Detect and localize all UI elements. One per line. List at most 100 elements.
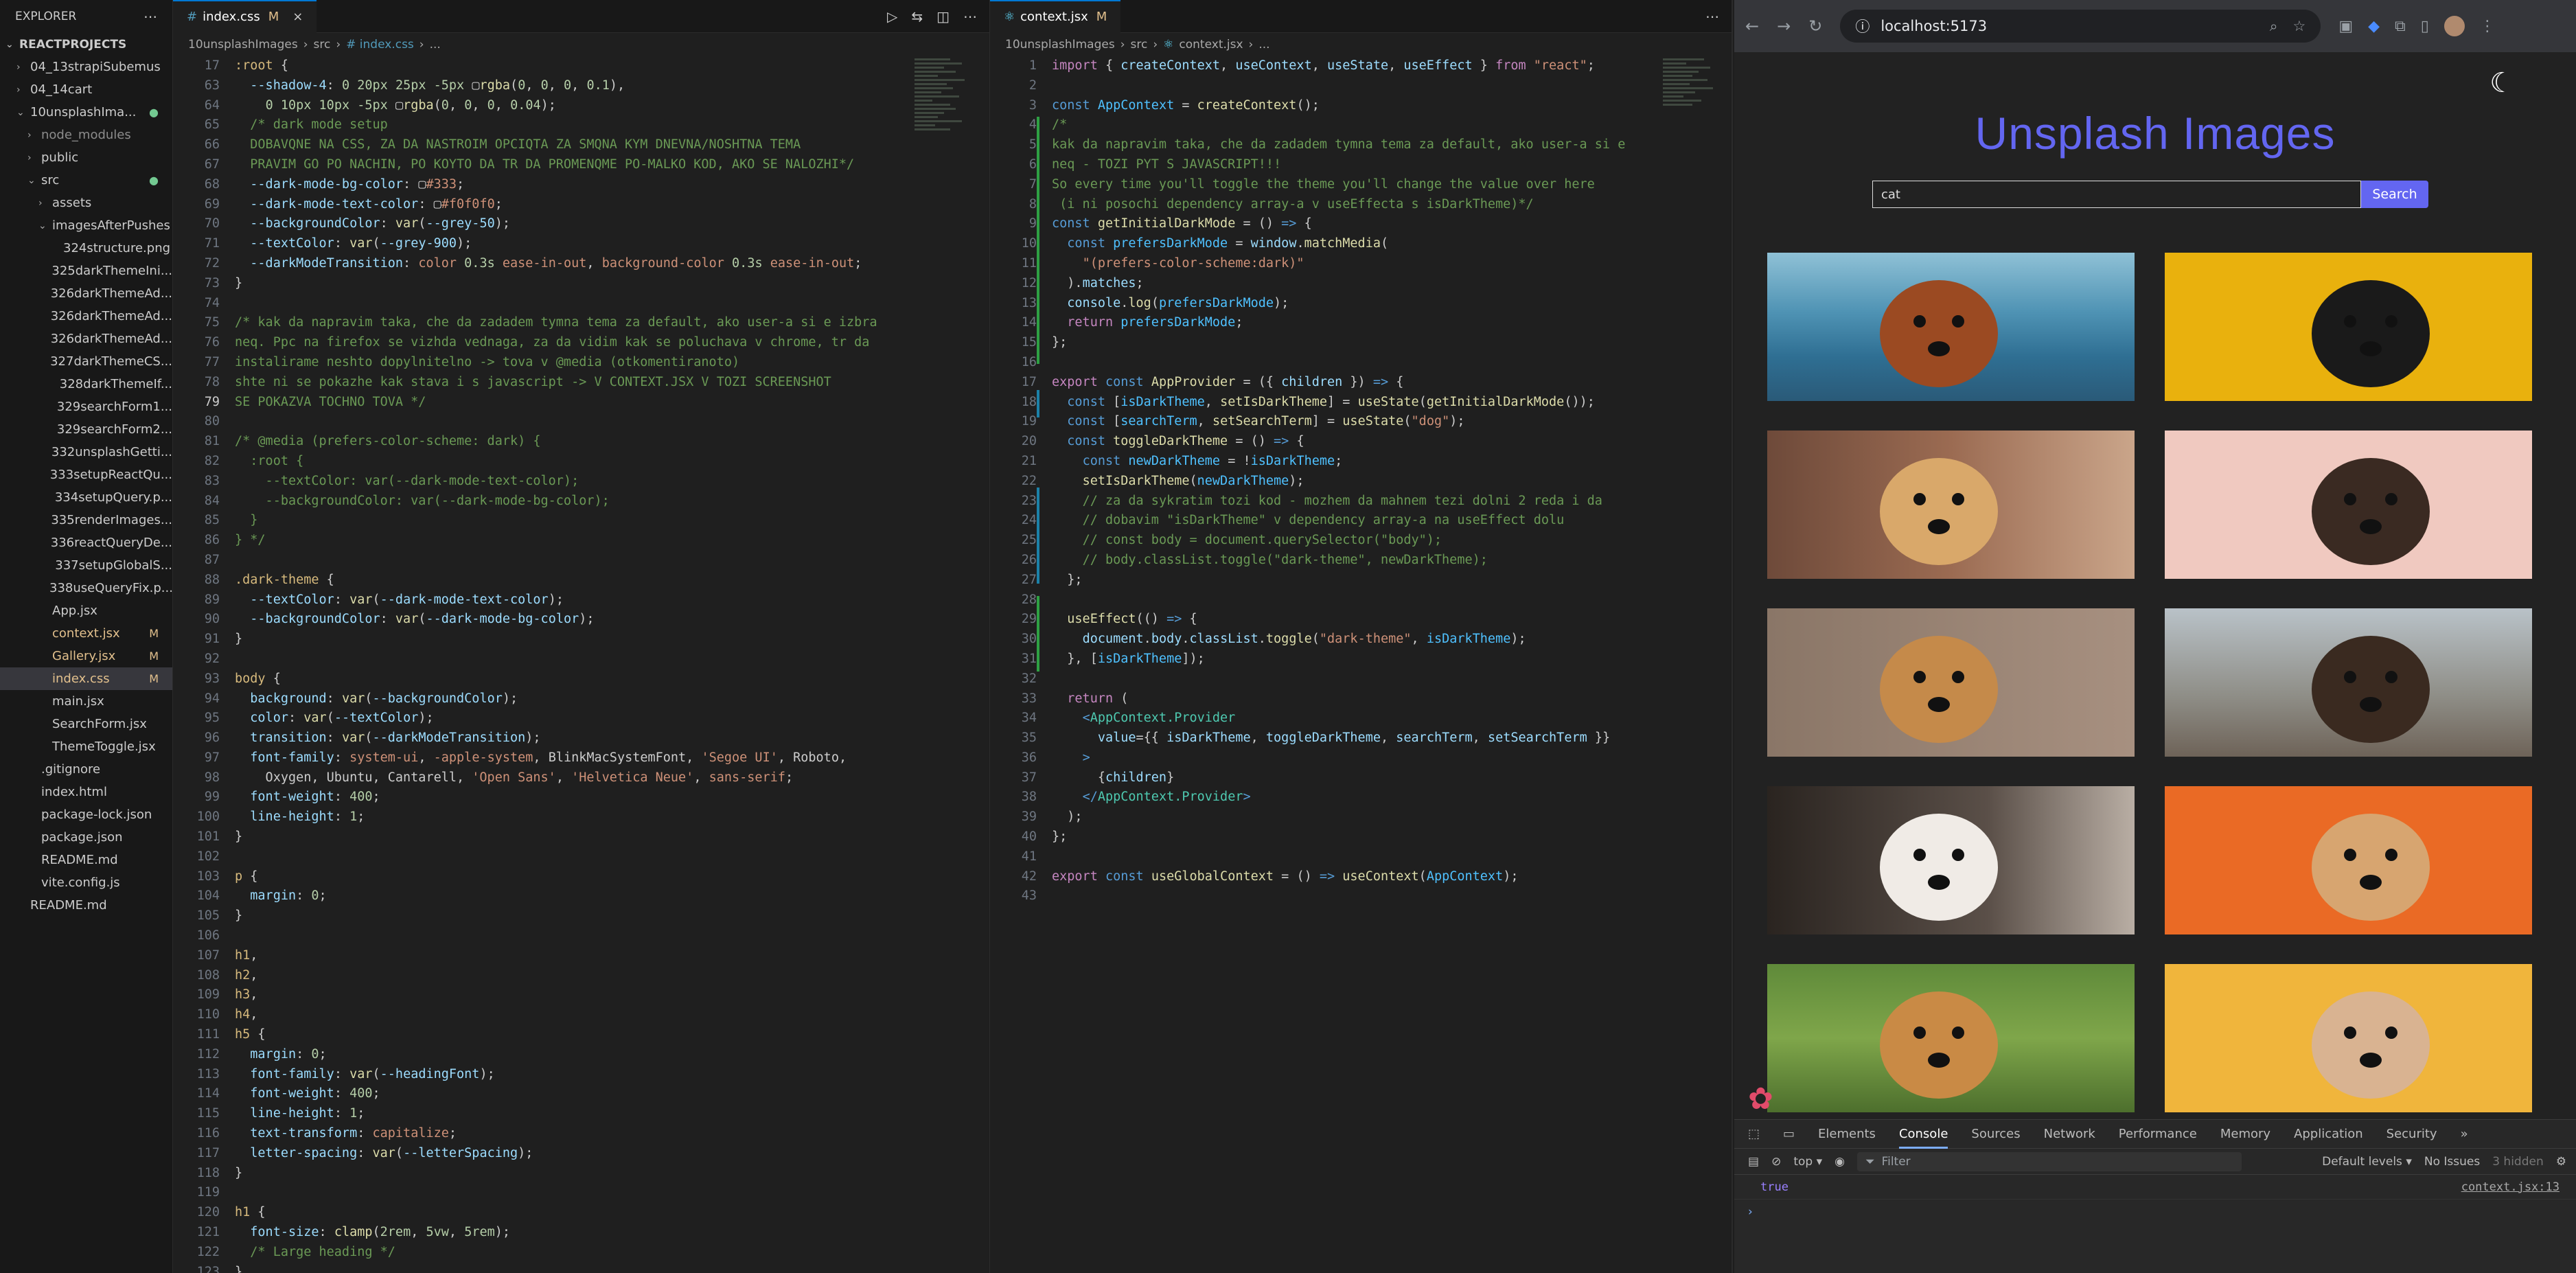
bookmark-star-icon[interactable]: ☆ xyxy=(2293,18,2306,35)
code-line[interactable]: 40}; xyxy=(990,827,1732,847)
minimap[interactable] xyxy=(915,56,974,235)
code-line[interactable]: 92 xyxy=(173,650,989,669)
code-line[interactable]: 20 const toggleDarkTheme = () => { xyxy=(990,432,1732,452)
code-line[interactable]: 97 font-family: system-ui, -apple-system… xyxy=(173,748,989,768)
code-line[interactable]: 67 PRAVIM GO PO NACHIN, PO KOYTO DA TR D… xyxy=(173,155,989,175)
code-line[interactable]: 116 text-transform: capitalize; xyxy=(173,1124,989,1144)
file-tree-item[interactable]: 337setupGlobalS... xyxy=(0,554,172,577)
file-tree-item[interactable]: context.jsx M xyxy=(0,622,172,645)
code-line[interactable]: 69 --dark-mode-text-color: ▢#f0f0f0; xyxy=(173,195,989,215)
devtools-tab-elements[interactable]: Elements xyxy=(1818,1127,1876,1141)
file-tree-item[interactable]: index.css M xyxy=(0,667,172,690)
source-link[interactable]: context.jsx:13 xyxy=(2461,1180,2560,1194)
file-tree-item[interactable]: ⌄ src ● xyxy=(0,169,172,192)
code-line[interactable]: 81 /* @media (prefers-color-scheme: dark)… xyxy=(173,432,989,452)
code-line[interactable]: 42 export const useGlobalContext = () => … xyxy=(990,867,1732,887)
code-line[interactable]: 17:root { xyxy=(173,56,989,76)
eye-icon[interactable]: ◉ xyxy=(1835,1155,1845,1169)
gallery-image-dog-with-flower[interactable] xyxy=(1767,431,2135,579)
code-line[interactable]: 36 > xyxy=(990,748,1732,768)
code-line[interactable]: 9 const getInitialDarkMode = () => { xyxy=(990,214,1732,234)
context-select[interactable]: top ▾ xyxy=(1793,1155,1822,1169)
code-line[interactable]: 77 instalirame neshto dopylnitelno -> tov… xyxy=(173,353,989,373)
code-line[interactable]: 110 h4, xyxy=(173,1005,989,1025)
file-tree-item[interactable]: .gitignore xyxy=(0,758,172,781)
code-line[interactable]: 14 return prefersDarkMode; xyxy=(990,313,1732,333)
code-line[interactable]: 87 xyxy=(173,551,989,571)
code-line[interactable]: 24 // dobavim "isDarkTheme" v dependency… xyxy=(990,511,1732,531)
code-line[interactable]: 122 /* Large heading */ xyxy=(173,1243,989,1263)
forward-icon[interactable]: → xyxy=(1777,16,1791,36)
device-toggle-icon[interactable]: ▭ xyxy=(1783,1127,1795,1141)
code-line[interactable]: 120 h1 { xyxy=(173,1203,989,1223)
code-line[interactable]: 65 /* dark mode setup xyxy=(173,115,989,135)
log-levels-select[interactable]: Default levels ▾ xyxy=(2322,1155,2412,1169)
file-tree-item[interactable]: 338useQueryFix.p... xyxy=(0,577,172,599)
site-info-icon[interactable]: ⓘ xyxy=(1855,16,1870,36)
file-tree-item[interactable]: ThemeToggle.jsx xyxy=(0,735,172,758)
code-line[interactable]: 117 letter-spacing: var(--letterSpacing)… xyxy=(173,1144,989,1164)
code-line[interactable]: 11 "(prefers-color-scheme:dark)" xyxy=(990,254,1732,274)
file-tree-item[interactable]: 335renderImages... xyxy=(0,509,172,531)
code-line[interactable]: 23 // za da sykratim tozi kod - mozhem d… xyxy=(990,492,1732,512)
code-line[interactable]: 4 /* xyxy=(990,115,1732,135)
code-line[interactable]: 13 console.log(prefersDarkMode); xyxy=(990,294,1732,314)
gallery-image-chihuahua-orange[interactable] xyxy=(2165,786,2532,934)
code-line[interactable]: 31 }, [isDarkTheme]); xyxy=(990,650,1732,669)
code-line[interactable]: 41 xyxy=(990,847,1732,867)
code-line[interactable]: 17 export const AppProvider = ({ children… xyxy=(990,373,1732,393)
back-icon[interactable]: ← xyxy=(1745,16,1759,36)
gallery-image-dog-in-grass[interactable] xyxy=(1767,964,2135,1112)
code-line[interactable]: 111 h5 { xyxy=(173,1025,989,1045)
code-line[interactable]: 78 shte ni se pokazhe kak stava i s javas… xyxy=(173,373,989,393)
file-tree-item[interactable]: 333setupReactQu... xyxy=(0,463,172,486)
code-line[interactable]: 10 const prefersDarkMode = window.matchM… xyxy=(990,234,1732,254)
code-line[interactable]: 112 margin: 0; xyxy=(173,1045,989,1065)
file-tree-item[interactable]: 329searchForm2... xyxy=(0,418,172,441)
file-tree-item[interactable]: › public xyxy=(0,146,172,169)
code-line[interactable]: 19 const [searchTerm, setSearchTerm] = u… xyxy=(990,412,1732,432)
file-tree-item[interactable]: README.md xyxy=(0,849,172,871)
more-actions-icon[interactable]: ⋯ xyxy=(143,8,157,25)
code-line[interactable]: 118} xyxy=(173,1164,989,1184)
code-line[interactable]: 22 setIsDarkTheme(newDarkTheme); xyxy=(990,472,1732,492)
code-line[interactable]: 35 value={{ isDarkTheme, toggleDarkTheme… xyxy=(990,729,1732,748)
code-line[interactable]: 21 const newDarkTheme = !isDarkTheme; xyxy=(990,452,1732,472)
minimap[interactable] xyxy=(1663,56,1722,235)
code-line[interactable]: 6 neq - TOZI PYT S JAVASCRIPT!!! xyxy=(990,155,1732,175)
zoom-icon[interactable]: ⌕ xyxy=(2270,18,2278,35)
code-line[interactable]: 123} xyxy=(173,1263,989,1273)
search-button[interactable]: Search xyxy=(2361,181,2428,208)
menu-icon[interactable]: ⋮ xyxy=(2480,18,2495,35)
react-query-devtools-logo-icon[interactable]: ✿ xyxy=(1748,1081,1773,1116)
file-tree-item[interactable]: vite.config.js xyxy=(0,871,172,894)
code-line[interactable]: 75 /* kak da napravim taka, che da zadade… xyxy=(173,313,989,333)
file-tree-item[interactable]: Gallery.jsx M xyxy=(0,645,172,667)
code-line[interactable]: 94 background: var(--backgroundColor); xyxy=(173,689,989,709)
code-line[interactable]: 3 const AppContext = createContext(); xyxy=(990,96,1732,116)
extensions-puzzle-icon[interactable]: ⧉ xyxy=(2395,18,2406,35)
reload-icon[interactable]: ↻ xyxy=(1808,16,1822,36)
issues-badge[interactable]: No Issues xyxy=(2424,1155,2480,1169)
extension-icon[interactable]: ◆ xyxy=(2368,18,2380,35)
settings-gear-icon[interactable]: ⚙ xyxy=(2556,1155,2566,1169)
tab-context-jsx[interactable]: ⚛ context.jsx M xyxy=(990,0,1121,33)
file-tree-item[interactable]: README.md xyxy=(0,894,172,917)
more-actions-icon[interactable]: ⋯ xyxy=(1705,8,1719,25)
extension-icon[interactable]: ▣ xyxy=(2338,18,2353,35)
code-line[interactable]: 66 DOBAVQNE NA CSS, ZA DA NASTROIM OPCIQ… xyxy=(173,135,989,155)
file-tree-item[interactable]: › 04_13strapiSubemus xyxy=(0,56,172,78)
clear-console-icon[interactable]: ⊘ xyxy=(1771,1155,1781,1169)
file-tree-item[interactable]: 326darkThemeAd... xyxy=(0,282,172,305)
file-tree-item[interactable]: 329searchForm1... xyxy=(0,395,172,418)
code-line[interactable]: 43 xyxy=(990,886,1732,906)
more-actions-icon[interactable]: ⋯ xyxy=(963,8,977,25)
devtools-tab-application[interactable]: Application xyxy=(2294,1127,2363,1141)
code-line[interactable]: 15}; xyxy=(990,333,1732,353)
tab-index-css[interactable]: # index.css M × xyxy=(173,0,317,33)
code-line[interactable]: 104 margin: 0; xyxy=(173,886,989,906)
devtools-tab-performance[interactable]: Performance xyxy=(2119,1127,2197,1141)
code-line[interactable]: 76 neq. Ppc na firefox se vizhda vednaga,… xyxy=(173,333,989,353)
code-line[interactable]: 30 document.body.classList.toggle("dark-… xyxy=(990,630,1732,650)
file-tree-item[interactable]: 327darkThemeCS... xyxy=(0,350,172,373)
